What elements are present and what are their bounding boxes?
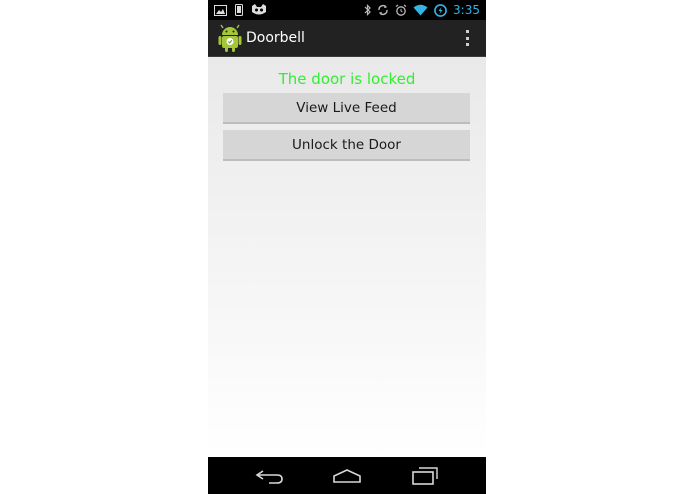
battery-icon xyxy=(434,3,447,17)
overflow-dot xyxy=(465,36,469,40)
overflow-menu-icon[interactable] xyxy=(462,28,472,48)
status-bar-system: 3:35 xyxy=(364,1,480,19)
navigation-bar xyxy=(208,457,486,494)
home-icon[interactable] xyxy=(329,465,365,487)
sync-icon xyxy=(377,4,389,16)
action-bar: Doorbell xyxy=(208,20,486,57)
recent-apps-icon[interactable] xyxy=(407,465,443,487)
status-bar: 3:35 xyxy=(208,0,486,20)
view-live-feed-button[interactable]: View Live Feed xyxy=(223,93,470,124)
cat-icon xyxy=(251,4,267,16)
unlock-door-button[interactable]: Unlock the Door xyxy=(223,130,470,161)
back-icon[interactable] xyxy=(252,465,288,487)
phone-screen: 3:35 Doorbell The door is locked View Li… xyxy=(208,0,486,494)
android-icon[interactable] xyxy=(218,24,242,52)
picture-icon xyxy=(214,4,227,16)
bluetooth-icon xyxy=(364,4,371,16)
overflow-dot xyxy=(465,43,469,46)
alarm-icon xyxy=(395,4,407,16)
wifi-icon xyxy=(413,4,428,16)
status-bar-notifications xyxy=(214,2,267,18)
phone-icon xyxy=(235,4,243,16)
door-status-text: The door is locked xyxy=(278,70,416,88)
main-content: The door is locked View Live Feed Unlock… xyxy=(208,57,486,457)
clock: 3:35 xyxy=(453,3,480,17)
app-title: Doorbell xyxy=(246,30,305,46)
overflow-dot xyxy=(465,30,469,33)
